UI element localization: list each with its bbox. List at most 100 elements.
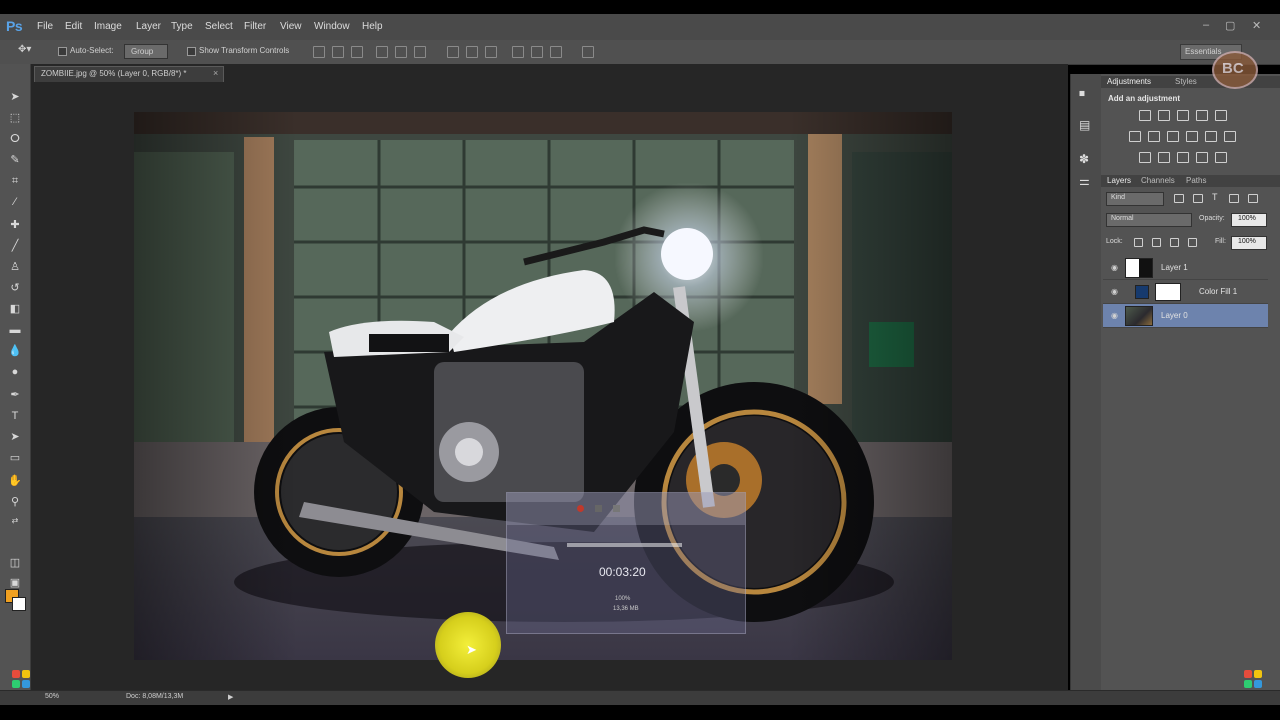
zoom-tool-icon[interactable]: ⚲ (8, 495, 22, 509)
move-tool-icon[interactable]: ➤ (8, 90, 22, 104)
tab-layers[interactable]: Layers (1107, 176, 1131, 185)
close-window-button[interactable]: ✕ (1252, 19, 1261, 32)
levels-icon[interactable] (1158, 110, 1170, 121)
filter-adjustment-icon[interactable] (1193, 194, 1203, 203)
filter-pixel-icon[interactable] (1174, 194, 1184, 203)
brush-panel-icon[interactable]: ✽ (1079, 152, 1089, 166)
layer-kind-filter[interactable]: Kind (1106, 192, 1164, 206)
stop-icon[interactable] (595, 505, 602, 512)
tab-adjustments[interactable]: Adjustments (1107, 77, 1151, 86)
menu-type[interactable]: Type (171, 21, 193, 32)
document-tab[interactable]: ZOMBIIE.jpg @ 50% (Layer 0, RGB/8*) * × (34, 66, 224, 82)
history-brush-tool-icon[interactable]: ↺ (8, 281, 22, 295)
filter-shape-icon[interactable] (1229, 194, 1239, 203)
lock-position-icon[interactable] (1170, 238, 1179, 247)
lock-pixels-icon[interactable] (1152, 238, 1161, 247)
filter-type-icon[interactable]: T (1212, 192, 1218, 202)
color-lookup-icon[interactable] (1224, 131, 1236, 142)
selective-color-icon[interactable] (1196, 152, 1208, 163)
properties-panel-icon[interactable]: ▤ (1079, 118, 1090, 132)
history-panel-icon[interactable]: ⏹ (1079, 86, 1085, 101)
default-colors-icon[interactable]: ⇄ (8, 514, 22, 528)
menu-select[interactable]: Select (205, 21, 233, 32)
align-left-icon[interactable] (376, 46, 388, 58)
zoom-level[interactable]: 50% (45, 693, 59, 700)
black-white-icon[interactable] (1167, 131, 1179, 142)
align-top-icon[interactable] (313, 46, 325, 58)
menu-edit[interactable]: Edit (65, 21, 82, 32)
distribute-hcenter-icon[interactable] (531, 46, 543, 58)
canvas-image[interactable]: 00:03:20 100% 13,36 MB (134, 112, 952, 660)
visibility-eye-icon[interactable]: ◉ (1111, 263, 1118, 272)
align-bottom-icon[interactable] (351, 46, 363, 58)
filter-smart-icon[interactable] (1248, 194, 1258, 203)
vibrance-icon[interactable] (1215, 110, 1227, 121)
tab-styles[interactable]: Styles (1175, 77, 1197, 86)
align-vcenter-icon[interactable] (332, 46, 344, 58)
visibility-eye-icon[interactable]: ◉ (1111, 311, 1118, 320)
color-balance-icon[interactable] (1148, 131, 1160, 142)
distribute-left-icon[interactable] (512, 46, 524, 58)
tab-paths[interactable]: Paths (1186, 176, 1206, 185)
screen-mode-icon[interactable]: ▣ (8, 576, 22, 590)
show-transform-checkbox[interactable] (187, 47, 196, 56)
dodge-tool-icon[interactable]: ● (8, 365, 22, 379)
adjust-panel-icon[interactable]: ⚌ (1079, 174, 1090, 188)
opacity-input[interactable]: 100% (1231, 213, 1267, 227)
pause-icon[interactable] (613, 505, 620, 512)
record-icon[interactable] (577, 505, 584, 512)
pen-tool-icon[interactable]: ✒ (8, 388, 22, 402)
type-tool-icon[interactable]: T (8, 409, 22, 423)
menu-window[interactable]: Window (314, 21, 350, 32)
align-hcenter-icon[interactable] (395, 46, 407, 58)
healing-brush-tool-icon[interactable]: ✚ (8, 218, 22, 232)
menu-help[interactable]: Help (362, 21, 383, 32)
hand-tool-icon[interactable]: ✋ (8, 474, 22, 488)
blend-mode-select[interactable]: Normal (1106, 213, 1192, 227)
layer-row-layer-1[interactable]: ◉ Layer 1 (1103, 256, 1268, 280)
auto-align-icon[interactable] (582, 46, 594, 58)
status-menu-arrow-icon[interactable]: ▶ (228, 693, 233, 701)
blur-tool-icon[interactable]: 💧 (8, 344, 22, 358)
threshold-icon[interactable] (1177, 152, 1189, 163)
brush-tool-icon[interactable]: ╱ (8, 239, 22, 253)
eyedropper-tool-icon[interactable]: ⁄ (8, 195, 22, 209)
auto-select-checkbox[interactable] (58, 47, 67, 56)
lock-all-icon[interactable] (1188, 238, 1197, 247)
quick-select-tool-icon[interactable]: ✎ (8, 153, 22, 167)
auto-select-dropdown[interactable]: Group (124, 44, 168, 59)
hue-saturation-icon[interactable] (1129, 131, 1141, 142)
gradient-tool-icon[interactable]: ▬ (8, 323, 22, 337)
path-select-tool-icon[interactable]: ➤ (8, 430, 22, 444)
clone-stamp-tool-icon[interactable]: ♙ (8, 260, 22, 274)
invert-icon[interactable] (1139, 152, 1151, 163)
channel-mixer-icon[interactable] (1205, 131, 1217, 142)
tab-channels[interactable]: Channels (1141, 176, 1175, 185)
maximize-button[interactable]: ▢ (1225, 19, 1235, 32)
quick-mask-icon[interactable]: ◫ (8, 556, 22, 570)
distribute-top-icon[interactable] (447, 46, 459, 58)
photo-filter-icon[interactable] (1186, 131, 1198, 142)
background-color-swatch[interactable] (12, 597, 26, 611)
menu-layer[interactable]: Layer (136, 21, 161, 32)
menu-filter[interactable]: Filter (244, 21, 266, 32)
align-right-icon[interactable] (414, 46, 426, 58)
minimize-button[interactable]: – (1203, 19, 1209, 31)
menu-view[interactable]: View (280, 21, 302, 32)
curves-icon[interactable] (1177, 110, 1189, 121)
lasso-tool-icon[interactable]: ⵔ (8, 132, 22, 146)
lock-transparent-icon[interactable] (1134, 238, 1143, 247)
marquee-tool-icon[interactable]: ⬚ (8, 111, 22, 125)
distribute-bottom-icon[interactable] (485, 46, 497, 58)
layer-row-color-fill-1[interactable]: ◉ Color Fill 1 (1103, 280, 1268, 304)
layer-row-layer-0[interactable]: ◉ Layer 0 (1103, 304, 1268, 328)
move-tool-icon[interactable]: ✥▾ (18, 44, 31, 55)
distribute-vcenter-icon[interactable] (466, 46, 478, 58)
fill-input[interactable]: 100% (1231, 236, 1267, 250)
exposure-icon[interactable] (1196, 110, 1208, 121)
close-document-icon[interactable]: × (213, 68, 218, 78)
eraser-tool-icon[interactable]: ◧ (8, 302, 22, 316)
posterize-icon[interactable] (1158, 152, 1170, 163)
visibility-eye-icon[interactable]: ◉ (1111, 287, 1118, 296)
gradient-map-icon[interactable] (1215, 152, 1227, 163)
